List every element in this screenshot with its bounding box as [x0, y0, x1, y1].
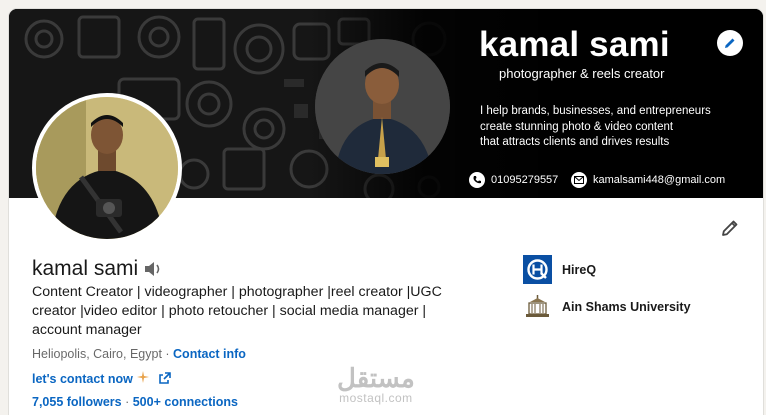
profile-headline: Content Creator | videographer | photogr… — [32, 284, 442, 338]
person-illustration — [315, 39, 450, 174]
banner-name: kamal sami — [479, 25, 670, 64]
contact-info-link[interactable]: Contact info — [173, 347, 246, 361]
location-separator: · — [161, 347, 174, 361]
contact-now-link[interactable]: let's contact now — [32, 372, 133, 386]
banner-pitch-line: that attracts clients and drives results — [480, 136, 670, 148]
pencil-icon — [725, 38, 735, 48]
edit-banner-button[interactable] — [717, 30, 743, 56]
stats-separator: · — [121, 395, 133, 409]
education-school[interactable]: Ain Shams University — [523, 292, 691, 321]
avatar-person-illustration — [36, 97, 178, 239]
watermark-latin: mostaql.com — [339, 391, 413, 405]
contact-now-row[interactable]: let's contact now — [32, 371, 171, 386]
banner-phone-text: 01095279557 — [491, 174, 559, 186]
school-name: Ain Shams University — [562, 299, 691, 314]
hireq-logo-icon — [523, 255, 552, 284]
edit-intro-button[interactable] — [717, 215, 743, 241]
external-link-icon[interactable] — [158, 372, 171, 385]
profile-card: kamal sami photographer & reels creator … — [9, 9, 763, 415]
connections-link[interactable]: 500+ connections — [133, 395, 238, 409]
profile-location-row: Heliopolis, Cairo, Egypt · Contact info — [32, 347, 246, 361]
profile-location: Heliopolis, Cairo, Egypt — [32, 347, 162, 361]
mail-icon — [571, 172, 587, 188]
banner-pitch-line: I help brands, businesses, and entrepren… — [480, 105, 711, 117]
current-company[interactable]: HireQ — [523, 255, 596, 284]
sparkle-icon — [136, 371, 149, 386]
followers-link[interactable]: 7,055 followers — [32, 395, 122, 409]
banner-email: kamalsami448@gmail.com — [571, 172, 725, 188]
pencil-icon — [722, 220, 738, 236]
banner-email-text: kamalsami448@gmail.com — [593, 174, 726, 186]
banner-pitch-line: create stunning photo & video content — [480, 120, 674, 133]
company-name: HireQ — [562, 262, 597, 277]
profile-name-row: kamal sami — [32, 257, 163, 281]
mostaql-watermark: مستقل mostaql.com — [337, 365, 415, 405]
profile-avatar[interactable] — [32, 93, 182, 243]
banner-phone: 01095279557 — [469, 172, 558, 188]
university-logo-icon — [523, 292, 552, 321]
banner-tagline: photographer & reels creator — [499, 66, 665, 81]
phone-icon — [469, 172, 485, 188]
banner-pitch: I help brands, businesses, and entrepren… — [480, 104, 711, 151]
profile-stats: 7,055 followers · 500+ connections — [32, 395, 238, 409]
banner-portrait — [315, 39, 450, 174]
watermark-arabic: مستقل — [337, 363, 415, 393]
profile-name: kamal sami — [32, 257, 139, 280]
speaker-icon[interactable] — [143, 260, 163, 278]
